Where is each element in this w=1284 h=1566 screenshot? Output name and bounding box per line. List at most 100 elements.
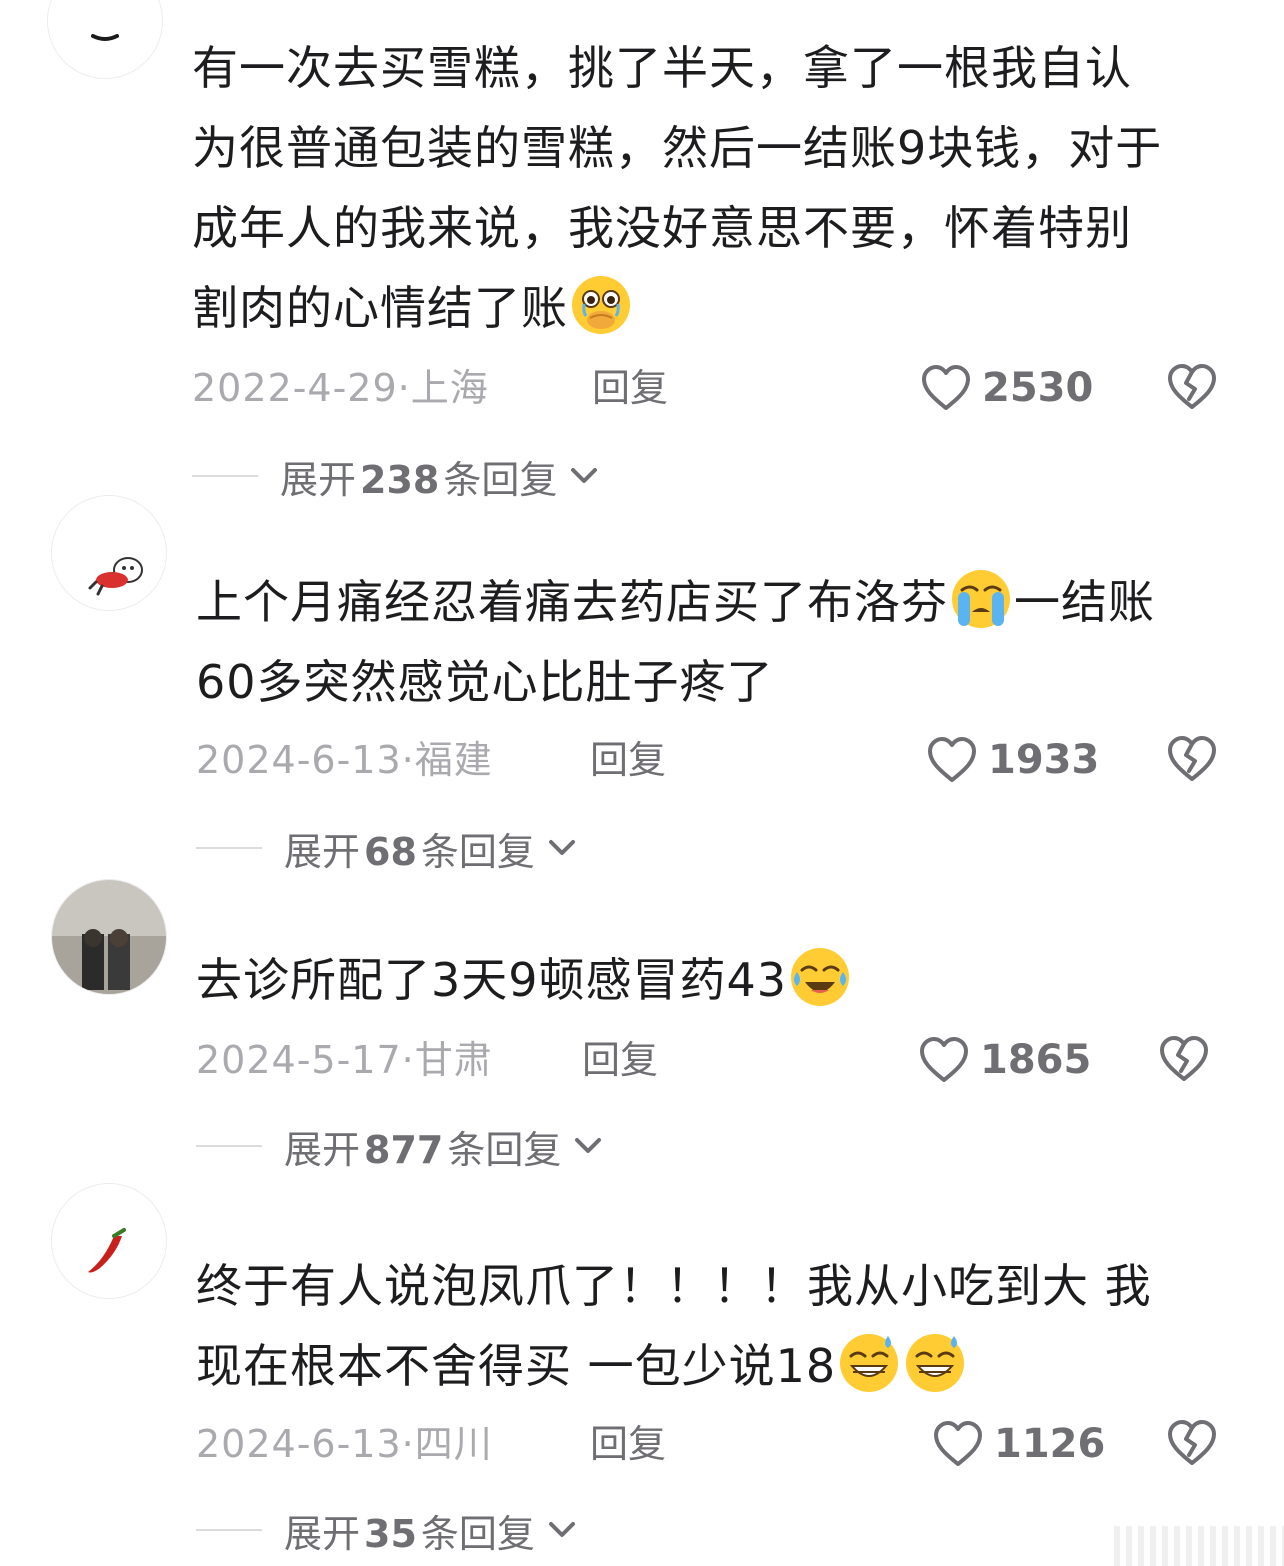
broken-heart-icon[interactable] bbox=[1166, 1417, 1218, 1467]
like-count: 2530 bbox=[982, 365, 1094, 411]
chevron-down-icon bbox=[548, 1522, 575, 1537]
comment-meta: 2024-6-13·四川 回复 1126 bbox=[196, 1414, 1256, 1474]
like-button[interactable]: 1865 bbox=[918, 1030, 1091, 1090]
comment-location: 四川 bbox=[414, 1422, 493, 1466]
expand-suffix: 条回复 bbox=[420, 1511, 535, 1556]
chevron-down-icon bbox=[575, 1138, 602, 1153]
comment-location: 上海 bbox=[410, 366, 489, 410]
expand-replies-label: 展开 68 条回复 bbox=[284, 821, 535, 876]
comment-line: 成年人的我来说，我没好意思不要，怀着特别 bbox=[192, 201, 1132, 255]
comment-line: 现在根本不舍得买 一包少说18 bbox=[196, 1326, 1152, 1406]
chili-pepper-avatar-icon bbox=[52, 1184, 166, 1298]
comment-date: 2022-4-29 bbox=[192, 366, 398, 410]
comment-line: 有一次去买雪糕，挑了半天，拿了一根我自认 bbox=[192, 41, 1132, 95]
expand-replies-button[interactable]: 展开 35 条回复 bbox=[196, 1500, 577, 1560]
comment-date-location: 2024-6-13·福建 bbox=[196, 730, 493, 790]
expand-replies-button[interactable]: 展开 238 条回复 bbox=[192, 446, 599, 506]
meta-separator: · bbox=[401, 738, 415, 782]
comment-text: 去诊所配了3天9顿感冒药43 bbox=[196, 940, 853, 1020]
user-avatar[interactable] bbox=[52, 1184, 166, 1298]
expand-count: 877 bbox=[364, 1127, 444, 1172]
like-count: 1126 bbox=[994, 1421, 1106, 1467]
comment-line-text: 上个月痛经忍着痛去药店买了布洛芬 bbox=[196, 575, 948, 629]
comment-location: 甘肃 bbox=[414, 1038, 493, 1082]
expand-replies-label: 展开 35 条回复 bbox=[284, 1503, 535, 1558]
comment-date: 2024-6-13 bbox=[196, 1422, 402, 1466]
broken-heart-icon[interactable] bbox=[1166, 733, 1218, 783]
comment-date: 2024-6-13 bbox=[196, 738, 402, 782]
expand-replies-label: 展开 238 条回复 bbox=[280, 449, 557, 504]
expand-count: 35 bbox=[364, 1511, 417, 1556]
comment-location: 福建 bbox=[414, 738, 493, 782]
chevron-down-icon bbox=[571, 468, 598, 483]
expand-suffix: 条回复 bbox=[420, 829, 535, 874]
comment-date-location: 2022-4-29·上海 bbox=[192, 358, 489, 418]
comment-line: 60多突然感觉心比肚子疼了 bbox=[196, 655, 774, 709]
loudly-crying-emoji-icon bbox=[952, 570, 1010, 628]
comment-date: 2024-5-17 bbox=[196, 1038, 402, 1082]
like-button[interactable]: 1126 bbox=[932, 1414, 1105, 1474]
user-avatar[interactable] bbox=[52, 880, 166, 994]
broken-heart-icon[interactable] bbox=[1166, 361, 1218, 411]
expand-prefix: 展开 bbox=[284, 1127, 361, 1172]
expand-replies-button[interactable]: 展开 877 条回复 bbox=[196, 1116, 603, 1176]
expand-prefix: 展开 bbox=[280, 457, 357, 502]
like-button[interactable]: 1933 bbox=[926, 730, 1099, 790]
meta-separator: · bbox=[401, 1038, 415, 1082]
comment-meta: 2024-6-13·福建 回复 1933 bbox=[196, 730, 1256, 790]
expand-divider bbox=[196, 1529, 262, 1531]
comment-line: 终于有人说泡凤爪了！！！！我从小吃到大 我 bbox=[196, 1259, 1152, 1313]
smile-avatar-icon bbox=[48, 0, 162, 78]
grinning-sweat-emoji-icon bbox=[906, 1334, 965, 1392]
heart-outline-icon bbox=[934, 1421, 982, 1466]
comment-meta: 2024-5-17·甘肃 回复 1865 bbox=[196, 1030, 1256, 1090]
user-avatar[interactable] bbox=[48, 0, 162, 78]
grinning-sweat-emoji-icon bbox=[840, 1334, 899, 1392]
like-count: 1933 bbox=[988, 737, 1100, 783]
comment-text: 上个月痛经忍着痛去药店买了布洛芬 一结账 60多突然感觉心比肚子疼了 bbox=[196, 562, 1155, 722]
comment-line-text: 现在根本不舍得买 一包少说18 bbox=[196, 1339, 837, 1393]
expand-prefix: 展开 bbox=[284, 1511, 361, 1556]
comment-text: 终于有人说泡凤爪了！！！！我从小吃到大 我 现在根本不舍得买 一包少说18 bbox=[196, 1246, 1152, 1406]
meta-separator: · bbox=[397, 366, 411, 410]
user-avatar[interactable] bbox=[52, 496, 166, 610]
comment-date-location: 2024-5-17·甘肃 bbox=[196, 1030, 493, 1090]
comment-line-text: 去诊所配了3天9顿感冒药43 bbox=[196, 953, 788, 1007]
expand-prefix: 展开 bbox=[284, 829, 361, 874]
heart-outline-icon bbox=[920, 1037, 968, 1082]
meta-separator: · bbox=[401, 1422, 415, 1466]
expand-count: 238 bbox=[360, 457, 440, 502]
expand-replies-button[interactable]: 展开 68 条回复 bbox=[196, 818, 577, 878]
chevron-down-icon bbox=[548, 840, 575, 855]
reply-button[interactable]: 回复 bbox=[590, 730, 666, 790]
broken-heart-icon[interactable] bbox=[1158, 1033, 1210, 1083]
expand-divider bbox=[196, 1145, 262, 1147]
expand-divider bbox=[196, 847, 262, 849]
comment-line-text: 割肉的心情结了账 bbox=[192, 281, 568, 335]
expand-replies-label: 展开 877 条回复 bbox=[284, 1119, 561, 1174]
heart-outline-icon bbox=[928, 737, 976, 782]
reply-button[interactable]: 回复 bbox=[590, 1414, 666, 1474]
comment-line: 为很普通包装的雪糕，然后一结账9块钱，对于 bbox=[192, 121, 1163, 175]
like-button[interactable]: 2530 bbox=[920, 358, 1093, 418]
cartoon-pig-avatar-icon bbox=[52, 496, 166, 610]
reply-button[interactable]: 回复 bbox=[592, 358, 668, 418]
comment-meta: 2022-4-29·上海 回复 2530 bbox=[192, 358, 1252, 418]
comment-text: 有一次去买雪糕，挑了半天，拿了一根我自认 为很普通包装的雪糕，然后一结账9块钱，… bbox=[192, 28, 1162, 348]
person-photo-avatar-icon bbox=[52, 880, 166, 994]
watermark-decoration bbox=[1114, 1526, 1284, 1566]
like-count: 1865 bbox=[980, 1037, 1092, 1083]
comment-line: 割肉的心情结了账 bbox=[192, 268, 1162, 348]
heart-outline-icon bbox=[922, 365, 970, 410]
tears-of-joy-emoji-icon bbox=[791, 948, 850, 1006]
expand-suffix: 条回复 bbox=[447, 1127, 562, 1172]
reply-button[interactable]: 回复 bbox=[582, 1030, 658, 1090]
comment-line: 上个月痛经忍着痛去药店买了布洛芬 一结账 bbox=[196, 562, 1155, 642]
expand-suffix: 条回复 bbox=[443, 457, 558, 502]
comment-line: 去诊所配了3天9顿感冒药43 bbox=[196, 940, 853, 1020]
comment-date-location: 2024-6-13·四川 bbox=[196, 1414, 493, 1474]
expand-divider bbox=[192, 475, 258, 477]
holding-back-tears-emoji-icon bbox=[572, 276, 630, 334]
comment-line-text: 一结账 bbox=[1014, 575, 1155, 629]
expand-count: 68 bbox=[364, 829, 417, 874]
